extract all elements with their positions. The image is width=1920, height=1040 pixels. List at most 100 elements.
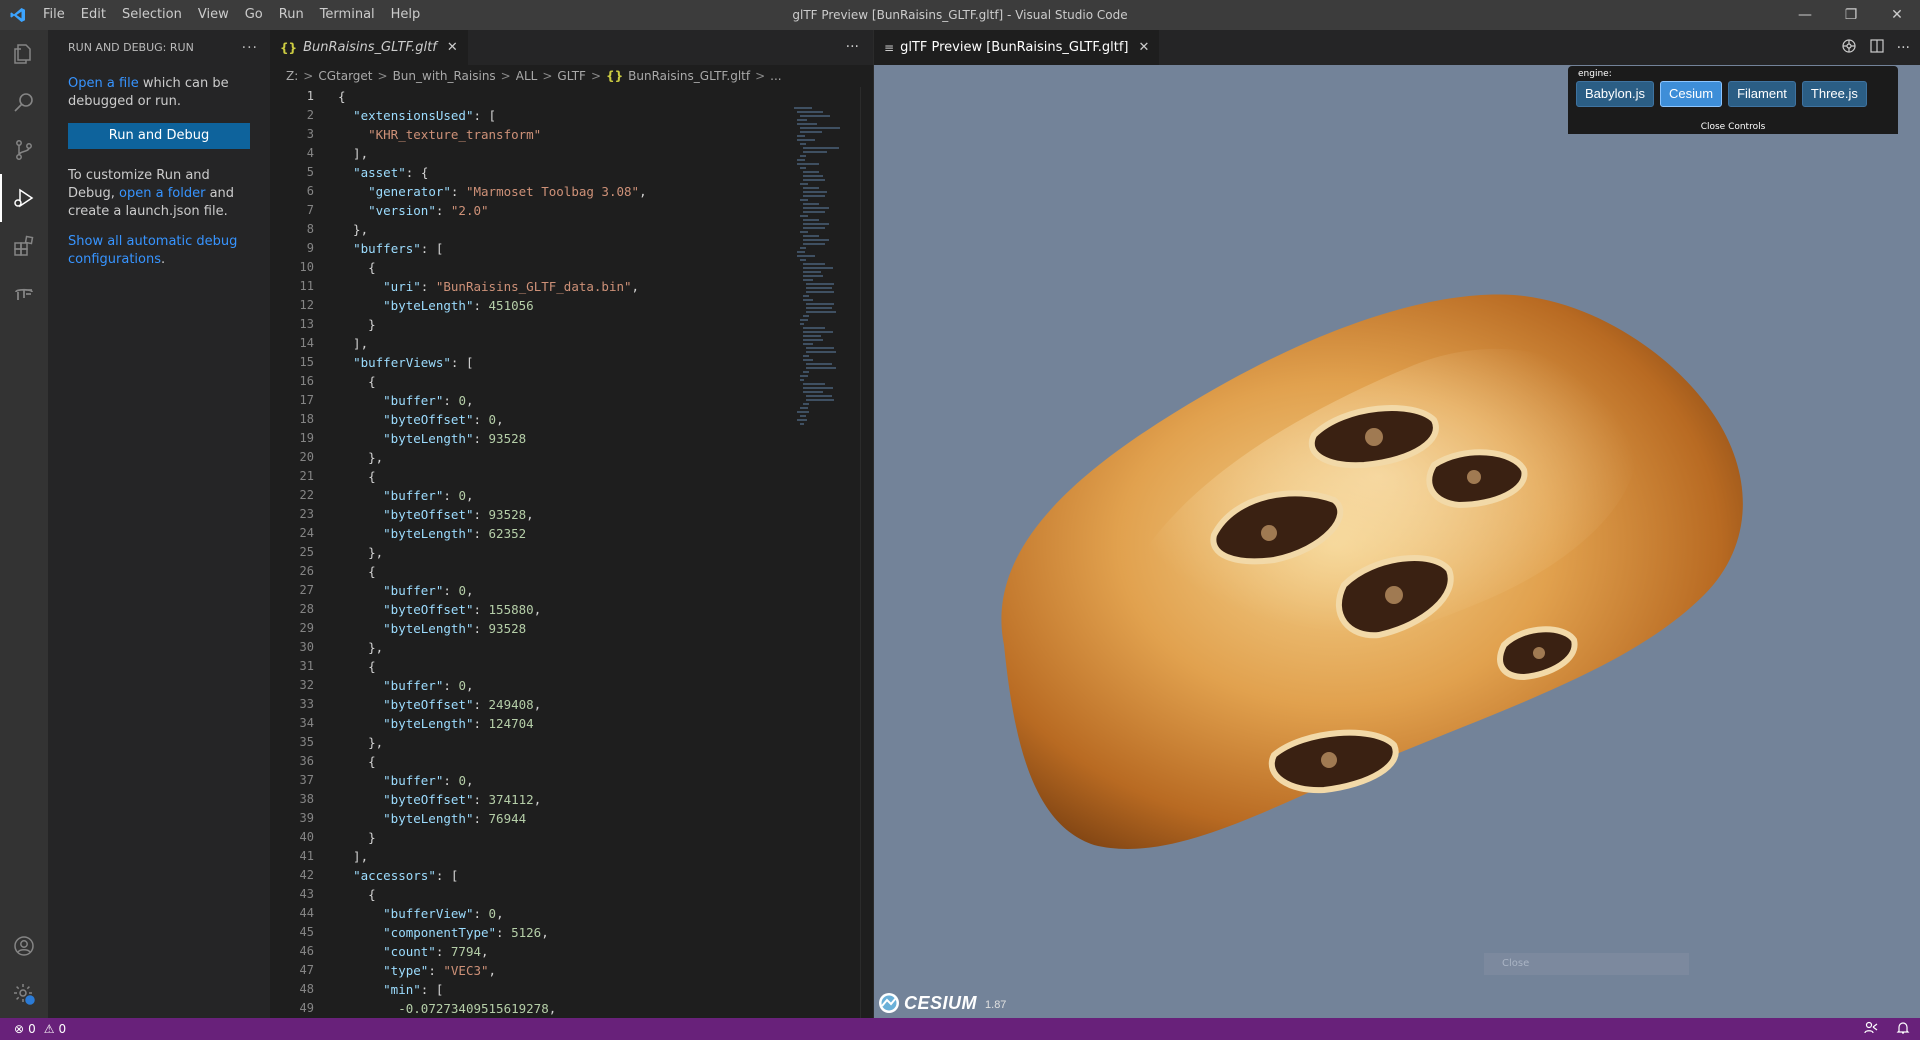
menu-go[interactable]: Go xyxy=(237,0,271,30)
menu-file[interactable]: File xyxy=(35,0,73,30)
settings-gear-icon[interactable] xyxy=(0,970,48,1018)
notifications-bell-icon[interactable] xyxy=(1896,1021,1910,1038)
code-line[interactable]: { xyxy=(338,752,647,771)
minimap[interactable] xyxy=(794,107,844,507)
code-line[interactable]: "min": [ xyxy=(338,980,647,999)
code-line[interactable]: "bufferView": 0, xyxy=(338,904,647,923)
code-area[interactable]: 1 2 3 4 5 6 7 8 9 10 11 12 13 14 15 16 17 18 19 20 21 22 23 24 2… xyxy=(270,87,874,1018)
code-line[interactable]: "byteOffset": 0, xyxy=(338,410,647,429)
breadcrumb-item[interactable]: ALL xyxy=(516,69,538,83)
code-line[interactable]: "byteOffset": 374112, xyxy=(338,790,647,809)
3d-viewport[interactable]: engine: Babylon.js Cesium Filament Three.js… xyxy=(874,65,1920,1018)
engine-button-babylonjs[interactable]: Babylon.js xyxy=(1576,81,1654,107)
code-line[interactable]: }, xyxy=(338,638,647,657)
problems-indicator[interactable]: ⊗ 0 ⚠ 0 xyxy=(0,1022,66,1036)
menu-edit[interactable]: Edit xyxy=(73,0,114,30)
engine-button-cesium[interactable]: Cesium xyxy=(1659,81,1723,107)
close-window-icon[interactable]: ✕ xyxy=(1874,0,1920,30)
bun-model[interactable] xyxy=(874,65,1920,1018)
engine-button-filament[interactable]: Filament xyxy=(1728,81,1796,107)
code-line[interactable]: -0.07273409515619278, xyxy=(338,999,647,1018)
code-line[interactable]: "byteLength": 93528 xyxy=(338,619,647,638)
breadcrumb-item[interactable]: ... xyxy=(770,69,781,83)
run-debug-icon[interactable] xyxy=(0,174,48,222)
extensions-icon[interactable] xyxy=(0,222,48,270)
close-icon[interactable]: ✕ xyxy=(447,40,458,55)
code-line[interactable]: } xyxy=(338,315,647,334)
cesium-credit[interactable]: CESIUM 1.87 xyxy=(878,992,1006,1014)
breadcrumb-item[interactable]: CGtarget xyxy=(318,69,372,83)
code-line[interactable]: }, xyxy=(338,448,647,467)
code-line[interactable]: }, xyxy=(338,220,647,239)
code-line[interactable]: "byteLength": 124704 xyxy=(338,714,647,733)
live-share-icon[interactable] xyxy=(1864,1021,1878,1038)
code-line[interactable]: "byteOffset": 249408, xyxy=(338,695,647,714)
code-line[interactable]: "buffers": [ xyxy=(338,239,647,258)
menu-help[interactable]: Help xyxy=(383,0,429,30)
code-line[interactable]: ], xyxy=(338,847,647,866)
code-line[interactable]: "count": 7794, xyxy=(338,942,647,961)
breadcrumb-item[interactable]: GLTF xyxy=(557,69,586,83)
close-icon[interactable]: ✕ xyxy=(1139,40,1150,55)
code-content[interactable]: { "extensionsUsed": [ "KHR_texture_trans… xyxy=(338,87,647,1018)
minimize-icon[interactable]: — xyxy=(1782,0,1828,30)
code-line[interactable]: "byteOffset": 155880, xyxy=(338,600,647,619)
viewer-overlay-hint[interactable]: Close xyxy=(1484,953,1689,975)
code-line[interactable]: { xyxy=(338,372,647,391)
code-line[interactable]: "byteOffset": 93528, xyxy=(338,505,647,524)
code-line[interactable]: "extensionsUsed": [ xyxy=(338,106,647,125)
code-line[interactable]: "generator": "Marmoset Toolbag 3.08", xyxy=(338,182,646,201)
preview-more-actions-icon[interactable]: ··· xyxy=(1897,40,1910,56)
code-line[interactable]: "buffer": 0, xyxy=(338,676,647,695)
code-line[interactable]: ], xyxy=(338,334,647,353)
code-line[interactable]: } xyxy=(338,828,647,847)
breadcrumb-item[interactable]: BunRaisins_GLTF.gltf xyxy=(628,69,750,83)
code-line[interactable]: { xyxy=(338,258,647,277)
editor-scrollbar[interactable] xyxy=(860,87,874,1018)
code-line[interactable]: "byteLength": 93528 xyxy=(338,429,647,448)
code-line[interactable]: { xyxy=(338,467,647,486)
code-line[interactable]: ], xyxy=(338,144,647,163)
code-line[interactable]: "KHR_texture_transform" xyxy=(338,125,647,144)
menu-terminal[interactable]: Terminal xyxy=(312,0,383,30)
menu-view[interactable]: View xyxy=(190,0,237,30)
code-line[interactable]: "type": "VEC3", xyxy=(338,961,647,980)
close-controls-button[interactable]: Close Controls xyxy=(1568,120,1898,134)
code-line[interactable]: "byteLength": 76944 xyxy=(338,809,647,828)
code-line[interactable]: "componentType": 5126, xyxy=(338,923,647,942)
code-line[interactable]: "accessors": [ xyxy=(338,866,647,885)
code-line[interactable]: "buffer": 0, xyxy=(338,581,647,600)
code-line[interactable]: "buffer": 0, xyxy=(338,391,647,410)
code-line[interactable]: "bufferViews": [ xyxy=(338,353,647,372)
open-folder-link[interactable]: open a folder xyxy=(119,186,205,201)
menu-run[interactable]: Run xyxy=(271,0,312,30)
search-icon[interactable] xyxy=(0,78,48,126)
code-line[interactable]: }, xyxy=(338,733,647,752)
breadcrumb-item[interactable]: Z: xyxy=(286,69,298,83)
open-source-icon[interactable] xyxy=(1841,38,1857,58)
tab-bunraisins-gltf[interactable]: {} BunRaisins_GLTF.gltf ✕ xyxy=(270,30,468,65)
run-and-debug-button[interactable]: Run and Debug xyxy=(68,123,250,149)
code-line[interactable]: }, xyxy=(338,543,647,562)
code-line[interactable]: "asset": { xyxy=(338,163,647,182)
show-configs-link[interactable]: Show all automatic debug configurations xyxy=(68,234,237,267)
restore-icon[interactable]: ❐ xyxy=(1828,0,1874,30)
open-file-link[interactable]: Open a file xyxy=(68,76,139,91)
code-line[interactable]: { xyxy=(338,562,647,581)
code-line[interactable]: { xyxy=(338,657,647,676)
code-line[interactable]: { xyxy=(338,885,647,904)
code-line[interactable]: "byteLength": 451056 xyxy=(338,296,647,315)
breadcrumb-item[interactable]: Bun_with_Raisins xyxy=(393,69,496,83)
source-control-icon[interactable] xyxy=(0,126,48,174)
vscode-logo-icon[interactable] xyxy=(0,0,35,30)
code-line[interactable]: "version": "2.0" xyxy=(338,201,647,220)
menu-selection[interactable]: Selection xyxy=(114,0,190,30)
code-line[interactable]: "byteLength": 62352 xyxy=(338,524,647,543)
more-actions-icon[interactable]: ··· xyxy=(242,40,258,56)
split-editor-icon[interactable] xyxy=(1869,38,1885,58)
code-line[interactable]: { xyxy=(338,87,647,106)
editor-more-actions-icon[interactable]: ··· xyxy=(846,30,859,65)
terraform-icon[interactable] xyxy=(0,270,48,318)
accounts-icon[interactable] xyxy=(0,922,48,970)
code-line[interactable]: "buffer": 0, xyxy=(338,486,647,505)
